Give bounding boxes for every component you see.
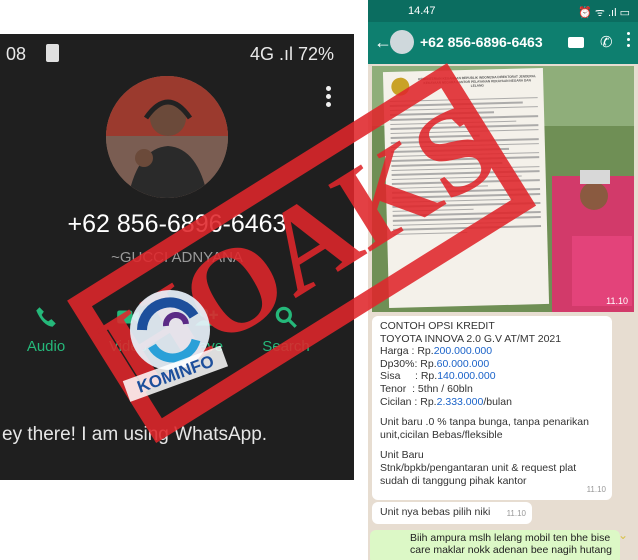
sisa-value: 140.000.000 [437, 370, 496, 383]
short-message[interactable]: Unit nya bebas pilih niki 11.10 [372, 502, 532, 524]
chat-avatar[interactable] [390, 30, 414, 54]
left-contact-screen: 08 4G .ıl 72% +62 856-6896-6463 ~GUCCI A… [0, 34, 354, 480]
more-options-icon[interactable] [326, 86, 332, 108]
chat-header: ← +62 856-6896-6463 ✆ [368, 22, 638, 64]
outgoing-message[interactable]: Biih ampura mslh lelang mobil ten bhe bi… [370, 530, 620, 560]
image-message[interactable]: KEMENTERIAN KEUANGAN REPUBLIK INDONESIA … [372, 66, 634, 312]
video-icon [117, 310, 139, 324]
credit-cicilan-line: Cicilan : Rp.2.333.000/bulan [380, 395, 512, 408]
contact-about: ey there! I am using WhatsApp. [2, 424, 268, 445]
credit-car-model: TOYOTA INNOVA 2.0 G.V AT/MT 2021 [380, 332, 562, 345]
document-header: KEMENTERIAN KEUANGAN REPUBLIK INDONESIA … [418, 74, 537, 89]
search-icon [275, 306, 297, 328]
message-time: 11.10 [506, 509, 526, 519]
credit-unit-baru-body: Stnk/bpkb/pengantaran unit & request pla… [380, 461, 577, 487]
save-contact-button[interactable]: Save [166, 304, 246, 355]
more-options-icon[interactable] [627, 32, 631, 50]
message-time: 11.10 [586, 485, 606, 495]
status-indicators: ⏰ ᯤ .ıl ▭ [578, 7, 630, 19]
contact-number: +62 856-6896-6463 [67, 210, 287, 238]
audio-call-button[interactable]: Audio [6, 304, 86, 355]
contact-avatar[interactable] [106, 76, 228, 198]
search-label: Search [262, 338, 310, 355]
document-emblem-icon [391, 77, 410, 96]
video-call-button[interactable]: Video [88, 304, 168, 355]
save-label: Save [188, 338, 224, 355]
cicilan-value: 2.333.000 [436, 395, 484, 408]
person-add-icon [195, 308, 218, 326]
credit-harga-line: Harga : Rp.200.000.000 [380, 345, 493, 358]
chat-contact-number[interactable]: +62 856-6896-6463 [420, 34, 543, 50]
search-button[interactable]: Search [246, 304, 326, 355]
message-time: 11.10 [606, 296, 628, 306]
credit-offer-message[interactable]: CONTOH OPSI KREDIT TOYOTA INNOVA 2.0 G.V… [372, 316, 612, 500]
short-message-text: Unit nya bebas pilih niki [380, 506, 491, 518]
right-status-bar: 14.47 ⏰ ᯤ .ıl ▭ [368, 0, 638, 22]
contact-name: ~GUCCI ADNYANA [111, 249, 243, 266]
phone-icon[interactable]: ✆ [600, 33, 613, 51]
document-photo: KEMENTERIAN KEUANGAN REPUBLIK INDONESIA … [382, 67, 550, 309]
left-status-bar: 08 4G .ıl 72% [0, 34, 354, 74]
phone-icon [36, 307, 56, 327]
right-chat-screen: 14.47 ⏰ ᯤ .ıl ▭ ← +62 856-6896-6463 ✆ KE… [368, 0, 638, 560]
credit-title: CONTOH OPSI KREDIT [380, 320, 495, 332]
credit-sisa-line: Sisa : Rp.140.000.000 [380, 370, 496, 383]
status-indicators: 4G .ıl 72% [249, 44, 334, 64]
dp-value: 60.000.000 [436, 357, 490, 370]
status-time: 08 [6, 44, 27, 64]
credit-unit-baru-note: Unit baru .0 % tanpa bunga, tanpa penari… [380, 416, 589, 441]
audio-label: Audio [26, 338, 66, 355]
video-call-icon[interactable] [568, 37, 584, 48]
video-label: Video [108, 338, 148, 355]
credit-dp-line: Dp30%: Rp.60.000.000 [380, 357, 490, 370]
status-time: 14.47 [408, 5, 436, 17]
scroll-down-icon[interactable]: ⌄ [618, 528, 636, 546]
facebook-icon [46, 44, 59, 62]
harga-value: 200.000.000 [433, 345, 493, 358]
outgoing-message-text: Biih ampura mslh lelang mobil ten bhe bi… [410, 532, 612, 557]
credit-tenor-line: Tenor : 5thn / 60bln [380, 382, 473, 395]
credit-unit-baru-title: Unit Baru [380, 449, 424, 462]
